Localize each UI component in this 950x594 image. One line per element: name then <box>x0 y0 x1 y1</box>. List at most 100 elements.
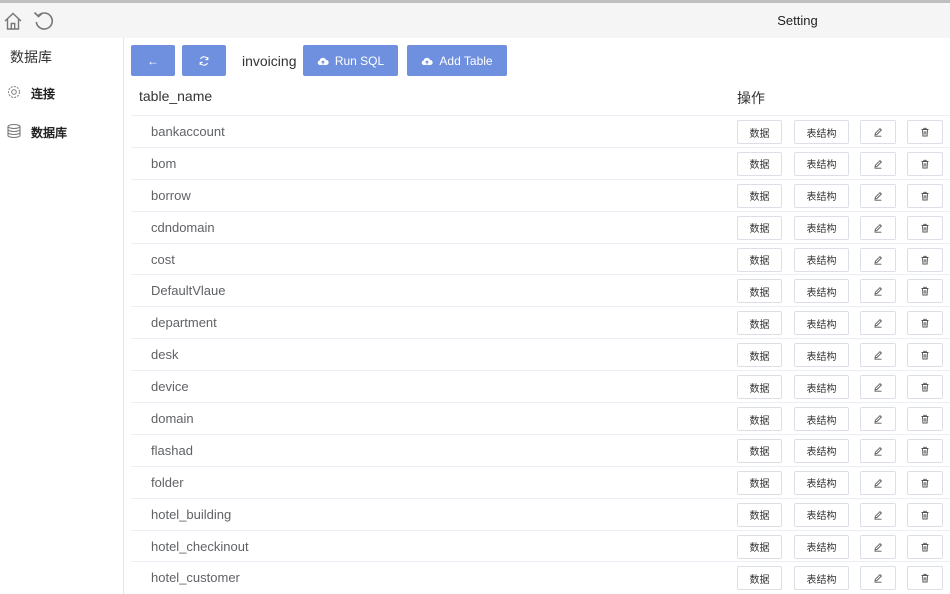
column-header-operations: 操作 <box>737 90 765 106</box>
structure-button[interactable]: 表结构 <box>794 438 849 463</box>
back-button[interactable]: ← <box>131 45 175 76</box>
edit-button[interactable] <box>860 566 896 591</box>
gear-icon <box>7 85 21 99</box>
sidebar-item-connection[interactable]: 连接 <box>0 79 123 105</box>
structure-button[interactable]: 表结构 <box>794 183 849 208</box>
delete-button[interactable] <box>907 343 943 368</box>
structure-button[interactable]: 表结构 <box>794 566 849 591</box>
data-button[interactable]: 数据 <box>737 534 782 559</box>
structure-button[interactable]: 表结构 <box>794 470 849 495</box>
data-button-label: 数据 <box>749 511 770 523</box>
delete-button[interactable] <box>907 279 943 304</box>
delete-button[interactable] <box>907 120 943 144</box>
edit-icon <box>874 574 883 584</box>
reload-icon[interactable] <box>33 10 55 32</box>
structure-button[interactable]: 表结构 <box>794 311 849 336</box>
table-row: flashad 数据 表结构 <box>131 433 950 466</box>
data-button-label: 数据 <box>749 128 770 140</box>
delete-button[interactable] <box>907 502 943 527</box>
data-button[interactable]: 数据 <box>737 311 782 336</box>
delete-button[interactable] <box>907 470 943 495</box>
table-row: department 数据 表结构 <box>131 306 950 338</box>
edit-button[interactable] <box>860 279 896 304</box>
table-name-cell: bom <box>151 155 177 171</box>
data-button[interactable]: 数据 <box>737 247 782 272</box>
structure-button-label: 表结构 <box>806 319 837 331</box>
data-button[interactable]: 数据 <box>737 438 782 463</box>
table-name-cell: department <box>151 315 217 331</box>
delete-button[interactable] <box>907 534 943 559</box>
edit-button[interactable] <box>860 470 896 495</box>
structure-button[interactable]: 表结构 <box>794 215 849 240</box>
run-sql-button[interactable]: Run SQL <box>303 45 398 76</box>
table-name-cell: DefaultVlaue <box>151 283 226 299</box>
add-table-button[interactable]: Add Table <box>407 45 507 76</box>
data-button[interactable]: 数据 <box>737 215 782 240</box>
data-button-label: 数据 <box>749 224 770 236</box>
delete-button[interactable] <box>907 215 943 240</box>
delete-button[interactable] <box>907 311 943 336</box>
edit-button[interactable] <box>860 438 896 463</box>
table-row: device 数据 表结构 <box>131 370 950 402</box>
edit-button[interactable] <box>860 534 896 559</box>
delete-button[interactable] <box>907 151 943 176</box>
structure-button[interactable]: 表结构 <box>794 534 849 559</box>
edit-button[interactable] <box>860 375 896 400</box>
sidebar-item-database[interactable]: 数据库 <box>0 118 123 144</box>
edit-button[interactable] <box>860 311 896 336</box>
data-button[interactable]: 数据 <box>737 375 782 400</box>
trash-icon <box>921 255 929 265</box>
table-row: cdndomain 数据 表结构 <box>131 210 950 243</box>
edit-button[interactable] <box>860 343 896 368</box>
data-button[interactable]: 数据 <box>737 120 782 144</box>
edit-button[interactable] <box>860 183 896 208</box>
table-name-cell: hotel_customer <box>151 570 240 586</box>
delete-button[interactable] <box>907 407 943 432</box>
data-button-label: 数据 <box>749 383 770 395</box>
data-button[interactable]: 数据 <box>737 470 782 495</box>
structure-button[interactable]: 表结构 <box>794 375 849 400</box>
edit-icon <box>874 191 883 201</box>
data-button[interactable]: 数据 <box>737 407 782 432</box>
database-name: invoicing <box>242 53 297 69</box>
table-row: cost 数据 表结构 <box>131 242 950 275</box>
structure-button-label: 表结构 <box>806 287 837 299</box>
edit-button[interactable] <box>860 120 896 144</box>
data-button[interactable]: 数据 <box>737 502 782 527</box>
delete-button[interactable] <box>907 375 943 400</box>
edit-button[interactable] <box>860 407 896 432</box>
edit-icon <box>874 255 883 265</box>
table-name-cell: bankaccount <box>151 124 225 139</box>
table-name-cell: cost <box>151 251 175 267</box>
edit-button[interactable] <box>860 215 896 240</box>
data-button[interactable]: 数据 <box>737 151 782 176</box>
delete-button[interactable] <box>907 438 943 463</box>
structure-button[interactable]: 表结构 <box>794 502 849 527</box>
home-icon[interactable] <box>3 11 23 31</box>
table-name-cell: folder <box>151 474 184 490</box>
trash-icon <box>921 223 929 233</box>
structure-button[interactable]: 表结构 <box>794 407 849 432</box>
table-row: folder 数据 表结构 <box>131 465 950 498</box>
delete-button[interactable] <box>907 566 943 591</box>
structure-button[interactable]: 表结构 <box>794 279 849 304</box>
data-button[interactable]: 数据 <box>737 566 782 591</box>
refresh-button[interactable] <box>182 45 226 76</box>
delete-button[interactable] <box>907 183 943 208</box>
edit-button[interactable] <box>860 247 896 272</box>
structure-button[interactable]: 表结构 <box>794 343 849 368</box>
edit-button[interactable] <box>860 151 896 176</box>
edit-button[interactable] <box>860 502 896 527</box>
data-button[interactable]: 数据 <box>737 183 782 208</box>
data-button[interactable]: 数据 <box>737 343 782 368</box>
structure-button-label: 表结构 <box>806 224 837 236</box>
edit-icon <box>874 159 883 169</box>
run-sql-label: Run SQL <box>334 53 385 68</box>
structure-button[interactable]: 表结构 <box>794 247 849 272</box>
structure-button[interactable]: 表结构 <box>794 151 849 176</box>
table-name-cell: borrow <box>151 187 191 203</box>
delete-button[interactable] <box>907 247 943 272</box>
data-button[interactable]: 数据 <box>737 279 782 304</box>
structure-button[interactable]: 表结构 <box>794 120 849 144</box>
table-row: bankaccount 数据 表结构 <box>131 115 950 147</box>
